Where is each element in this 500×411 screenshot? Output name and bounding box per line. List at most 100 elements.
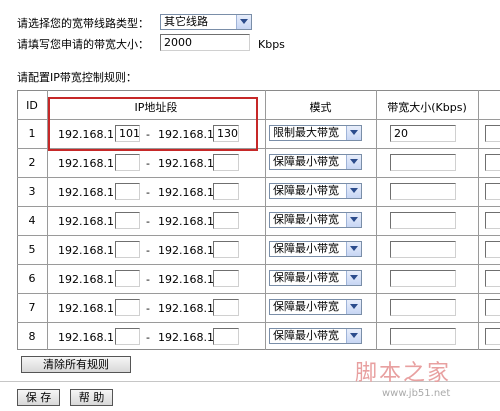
ip-prefix-end: 192.168.1. xyxy=(158,331,218,344)
chevron-down-icon[interactable] xyxy=(236,15,251,29)
ip-end-input[interactable] xyxy=(213,154,239,171)
ip-start-input[interactable] xyxy=(115,183,140,200)
bandwidth-value-input[interactable]: 20 xyxy=(390,125,456,142)
chevron-down-icon[interactable] xyxy=(346,213,361,227)
mode-value: 保障最小带宽 xyxy=(273,184,339,197)
row-divider xyxy=(17,206,500,207)
watermark-logo: 脚本之家 xyxy=(355,361,452,386)
extra-input[interactable] xyxy=(485,328,500,345)
ip-start-input[interactable] xyxy=(115,154,140,171)
ip-end-input[interactable] xyxy=(213,241,239,258)
extra-input[interactable] xyxy=(485,212,500,229)
ip-prefix-end: 192.168.1. xyxy=(158,302,218,315)
bandwidth-input[interactable]: 2000 xyxy=(160,34,250,51)
ip-separator: - xyxy=(146,244,150,257)
header-bandwidth: 带宽大小(Kbps) xyxy=(387,101,467,114)
mode-select[interactable]: 保障最小带宽 xyxy=(269,270,362,286)
column-divider xyxy=(265,90,266,350)
mode-select[interactable]: 限制最大带宽 xyxy=(269,125,362,141)
bandwidth-value-input[interactable] xyxy=(390,212,456,229)
mode-select[interactable]: 保障最小带宽 xyxy=(269,183,362,199)
line-type-label: 请选择您的宽带线路类型： xyxy=(17,17,149,30)
mode-select[interactable]: 保障最小带宽 xyxy=(269,212,362,228)
mode-value: 保障最小带宽 xyxy=(273,213,339,226)
line-type-value: 其它线路 xyxy=(164,15,208,28)
chevron-down-icon[interactable] xyxy=(346,329,361,343)
bandwidth-value-input[interactable] xyxy=(390,270,456,287)
ip-end-input[interactable] xyxy=(213,183,239,200)
ip-separator: - xyxy=(146,302,150,315)
help-button[interactable]: 帮 助 xyxy=(70,389,113,406)
ip-end-input[interactable] xyxy=(213,212,239,229)
header-id: ID xyxy=(26,99,38,112)
chevron-down-icon[interactable] xyxy=(346,126,361,140)
ip-prefix-end: 192.168.1. xyxy=(158,157,218,170)
ip-start-input[interactable] xyxy=(115,212,140,229)
chevron-down-icon[interactable] xyxy=(346,184,361,198)
column-divider xyxy=(376,90,377,350)
bandwidth-value-input[interactable] xyxy=(390,241,456,258)
ip-prefix-end: 192.168.1. xyxy=(158,244,218,257)
bandwidth-value-input[interactable] xyxy=(390,183,456,200)
mode-select[interactable]: 保障最小带宽 xyxy=(269,328,362,344)
row-id: 2 xyxy=(28,156,36,169)
extra-input[interactable] xyxy=(485,154,500,171)
row-id: 7 xyxy=(28,301,36,314)
bandwidth-unit: Kbps xyxy=(258,38,285,51)
ip-prefix-end: 192.168.1. xyxy=(158,215,218,228)
watermark-url: www.jb51.net xyxy=(382,388,451,399)
ip-separator: - xyxy=(146,273,150,286)
save-button[interactable]: 保 存 xyxy=(17,389,60,406)
mode-value: 保障最小带宽 xyxy=(273,300,339,313)
bandwidth-label: 请填写您申请的带宽大小： xyxy=(17,38,149,51)
row-divider xyxy=(17,322,500,323)
extra-input[interactable] xyxy=(485,299,500,316)
chevron-down-icon[interactable] xyxy=(346,300,361,314)
ip-end-input[interactable] xyxy=(213,328,239,345)
ip-prefix-end: 192.168.1. xyxy=(158,273,218,286)
extra-input[interactable] xyxy=(485,125,500,142)
ip-prefix-start: 192.168.1. xyxy=(58,244,118,257)
ip-prefix-start: 192.168.1. xyxy=(58,157,118,170)
mode-value: 保障最小带宽 xyxy=(273,155,339,168)
bandwidth-value-input[interactable] xyxy=(390,299,456,316)
ip-prefix-start: 192.168.1. xyxy=(58,302,118,315)
ip-prefix-start: 192.168.1. xyxy=(58,331,118,344)
rules-heading: 请配置IP带宽控制规则： xyxy=(17,71,137,84)
mode-select[interactable]: 保障最小带宽 xyxy=(269,241,362,257)
bandwidth-value-input[interactable] xyxy=(390,328,456,345)
ip-separator: - xyxy=(146,331,150,344)
column-divider xyxy=(478,90,479,350)
row-id: 8 xyxy=(28,330,36,343)
mode-select[interactable]: 保障最小带宽 xyxy=(269,299,362,315)
clear-all-rules-button[interactable]: 清除所有规则 xyxy=(21,356,131,373)
extra-input[interactable] xyxy=(485,183,500,200)
ip-separator: - xyxy=(146,215,150,228)
bandwidth-value-input[interactable] xyxy=(390,154,456,171)
ip-prefix-start: 192.168.1. xyxy=(58,273,118,286)
ip-end-input[interactable] xyxy=(213,299,239,316)
ip-start-input[interactable] xyxy=(115,270,140,287)
ip-start-input[interactable] xyxy=(115,299,140,316)
ip-end-input[interactable] xyxy=(213,270,239,287)
line-type-select[interactable]: 其它线路 xyxy=(160,14,252,30)
ip-separator: - xyxy=(146,157,150,170)
chevron-down-icon[interactable] xyxy=(346,242,361,256)
row-divider xyxy=(17,235,500,236)
row-id: 6 xyxy=(28,272,36,285)
row-id: 4 xyxy=(28,214,36,227)
ip-start-input[interactable] xyxy=(115,241,140,258)
row-id: 5 xyxy=(28,243,36,256)
extra-input[interactable] xyxy=(485,270,500,287)
extra-input[interactable] xyxy=(485,241,500,258)
ip-prefix-start: 192.168.1. xyxy=(58,215,118,228)
header-mode: 模式 xyxy=(309,101,332,114)
mode-select[interactable]: 保障最小带宽 xyxy=(269,154,362,170)
chevron-down-icon[interactable] xyxy=(346,155,361,169)
ip-separator: - xyxy=(146,186,150,199)
mode-value: 限制最大带宽 xyxy=(273,126,339,139)
ip-start-input[interactable] xyxy=(115,328,140,345)
row-divider xyxy=(17,177,500,178)
ip-prefix-end: 192.168.1. xyxy=(158,186,218,199)
chevron-down-icon[interactable] xyxy=(346,271,361,285)
